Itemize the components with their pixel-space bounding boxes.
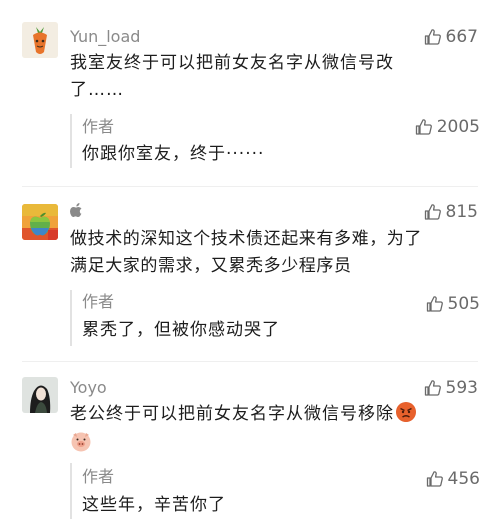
angry-face-emoji (396, 402, 416, 422)
thumbs-up-icon (424, 204, 441, 220)
comment-line: 老公终于可以把前女友名字从微信号移除 (70, 401, 470, 428)
colorful-apple-avatar[interactable] (22, 204, 58, 240)
apple-icon (70, 202, 84, 223)
comment-line: 了…… (70, 80, 124, 100)
like-count: 2005 (436, 117, 480, 137)
like-count: 456 (447, 469, 480, 489)
comment-text: 做技术的深知这个技术债还起来有多难，为了 满足大家的需求，又累秃多少程序员 (70, 226, 480, 280)
reply-text: 这些年，辛苦你了 (82, 495, 226, 515)
woman-portrait-avatar[interactable] (22, 377, 58, 413)
comment-author[interactable] (70, 202, 84, 223)
author-reply: 作者 505 累秃了，但被你感动哭了 (70, 290, 480, 346)
like-button[interactable]: 456 (425, 469, 480, 489)
author-reply: 作者 2005 你跟你室友，终于······ (70, 114, 480, 168)
comment-item: 815 做技术的深知这个技术债还起来有多难，为了 满足大家的需求，又累秃多少程序… (0, 186, 496, 361)
woman-portrait-icon (22, 377, 58, 413)
reply-author: 作者 (82, 467, 115, 486)
comment-text: 老公终于可以把前女友名字从微信号移除 (70, 401, 470, 458)
thumbs-up-icon (415, 119, 432, 135)
like-count: 505 (447, 294, 480, 314)
thumbs-up-icon (426, 471, 443, 487)
thumbs-up-icon (424, 29, 441, 45)
like-button[interactable]: 2005 (414, 117, 480, 137)
comment-author[interactable]: Yoyo (70, 378, 107, 398)
like-count: 667 (445, 27, 478, 47)
comment-line: 满足大家的需求，又累秃多少程序员 (70, 256, 352, 276)
like-button[interactable]: 815 (423, 202, 478, 222)
author-reply: 作者 456 这些年，辛苦你了 (70, 463, 480, 519)
comment-line-text: 老公终于可以把前女友名字从微信号移除 (70, 404, 394, 424)
reply-author: 作者 (82, 292, 115, 311)
comment-item: Yoyo 593 老公终于可以把前女友名字从微信号移除 作者 456 这些年，辛… (0, 361, 496, 529)
pig-face-emoji (70, 430, 91, 452)
thumbs-up-icon (424, 380, 441, 396)
comment-line: 做技术的深知这个技术债还起来有多难，为了 (70, 229, 422, 249)
comment-line (70, 430, 470, 458)
like-button[interactable]: 505 (425, 294, 480, 314)
like-count: 593 (445, 378, 478, 398)
reply-text: 累秃了，但被你感动哭了 (82, 320, 280, 340)
comment-text: 我室友终于可以把前女友名字从微信号改 了…… (70, 50, 470, 104)
comment-author[interactable]: Yun_load (70, 27, 140, 47)
thumbs-up-icon (426, 296, 443, 312)
like-count: 815 (445, 202, 478, 222)
comment-item: Yun_load 667 我室友终于可以把前女友名字从微信号改 了…… 作者 2… (0, 0, 496, 176)
reply-author: 作者 (82, 117, 115, 136)
apple-logo-icon (22, 204, 58, 240)
reply-text: 你跟你室友，终于······ (82, 144, 265, 164)
like-button[interactable]: 667 (423, 27, 478, 47)
like-button[interactable]: 593 (423, 378, 478, 398)
carrot-avatar[interactable] (22, 22, 58, 58)
carrot-icon (22, 22, 58, 58)
comment-line: 我室友终于可以把前女友名字从微信号改 (70, 53, 394, 73)
